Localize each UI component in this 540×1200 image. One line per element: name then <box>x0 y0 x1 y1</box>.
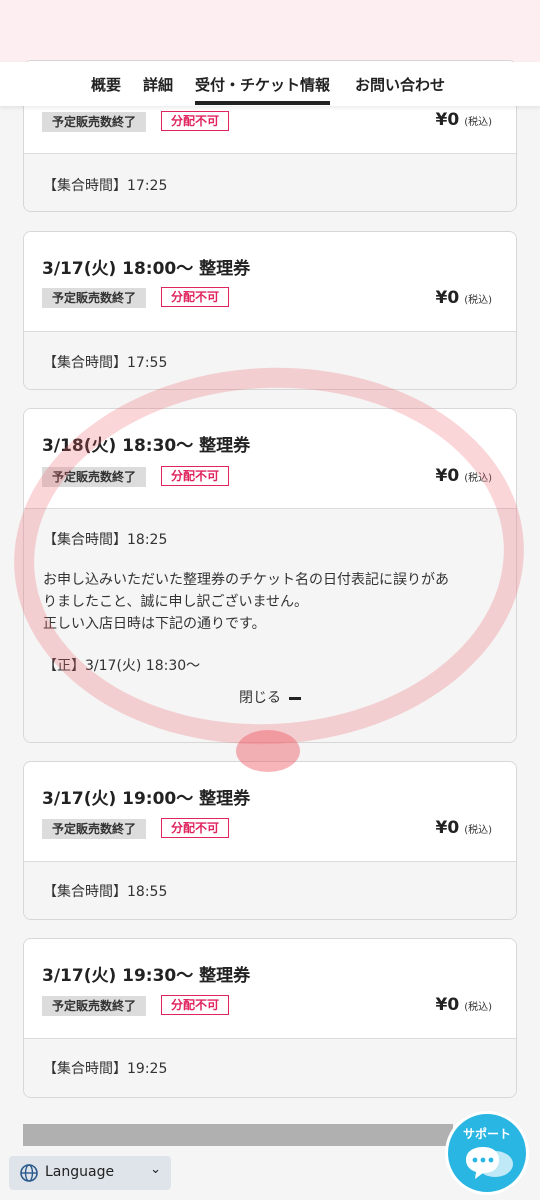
support-button[interactable]: サポート <box>445 1111 529 1195</box>
ticket-card-body: 【集合時間】18:55 <box>24 862 516 919</box>
price-value: ¥0 <box>435 288 460 308</box>
ticket-card-body: 【集合時間】17:55 <box>24 332 516 389</box>
ticket-price: ¥0 (税込) <box>436 110 492 130</box>
ticket-price: ¥0 (税込) <box>436 818 492 838</box>
tax-label: (税込) <box>464 825 492 836</box>
price-value: ¥0 <box>435 110 460 130</box>
sold-out-status: 予定販売数終了 <box>42 288 147 308</box>
close-label: 閉じる <box>239 690 281 706</box>
ticket-card-header: 3/17(火) 18:00〜 整理券 予定販売数終了 分配不可 ¥0 (税込) <box>24 232 516 332</box>
note-line: 正しい入店日時は下記の通りです。 <box>43 616 266 632</box>
ticket-card-body: 【集合時間】19:25 <box>24 1039 516 1097</box>
ticket-card-header: 3/17(火) 19:30〜 整理券 予定販売数終了 分配不可 ¥0 (税込) <box>24 939 516 1039</box>
tab-overview[interactable]: 概要 <box>91 74 121 95</box>
meeting-time: 【集合時間】18:55 <box>43 884 168 900</box>
no-transfer-badge: 分配不可 <box>161 287 230 307</box>
top-banner <box>0 0 540 63</box>
price-value: ¥0 <box>435 818 460 838</box>
apology-note: お申し込みいただいた整理券のチケット名の日付表記に誤りがあ りましたこと、誠に申… <box>43 569 497 635</box>
tax-label: (税込) <box>464 117 492 128</box>
ticket-title: 3/18(火) 18:30〜 整理券 <box>42 436 251 456</box>
no-transfer-badge: 分配不可 <box>161 818 230 838</box>
ticket-card-header: 3/17(火) 19:00〜 整理券 予定販売数終了 分配不可 ¥0 (税込) <box>24 762 516 862</box>
tax-label: (税込) <box>464 295 492 306</box>
ticket-card-body: 【集合時間】17:25 <box>24 154 516 211</box>
bottom-bar <box>23 1124 453 1146</box>
tab-tickets[interactable]: 受付・チケット情報 <box>195 74 331 105</box>
chat-bubble-icon <box>466 1147 513 1179</box>
sold-out-status: 予定販売数終了 <box>42 996 147 1016</box>
no-transfer-badge: 分配不可 <box>161 466 230 486</box>
ticket-card: 3/18(火) 18:30〜 整理券 予定販売数終了 分配不可 ¥0 (税込) 【… <box>23 408 517 743</box>
ticket-title: 3/17(火) 19:30〜 整理券 <box>42 966 251 986</box>
meeting-time: 【集合時間】17:25 <box>43 178 168 194</box>
chevron-down-icon: ⌄ <box>150 1162 161 1177</box>
ticket-price: ¥0 (税込) <box>436 995 492 1015</box>
sold-out-status: 予定販売数終了 <box>42 112 147 132</box>
no-transfer-badge: 分配不可 <box>161 111 230 131</box>
ticket-price: ¥0 (税込) <box>436 288 492 308</box>
corrected-datetime: 【正】3/17(火) 18:30〜 <box>43 658 201 674</box>
ticket-title: 3/17(火) 18:00〜 整理券 <box>42 259 251 279</box>
ticket-card: 3/17(火) 18:00〜 整理券 予定販売数終了 分配不可 ¥0 (税込) 【… <box>23 231 517 390</box>
tab-bar: 概要 詳細 受付・チケット情報 お問い合わせ <box>0 62 540 106</box>
price-value: ¥0 <box>435 466 460 486</box>
note-line: りましたこと、誠に申し訳ございません。 <box>43 594 309 610</box>
globe-icon <box>19 1163 39 1187</box>
meeting-time: 【集合時間】17:55 <box>43 355 168 371</box>
note-line: お申し込みいただいた整理券のチケット名の日付表記に誤りがあ <box>43 572 449 588</box>
ticket-card-body: 【集合時間】18:25 お申し込みいただいた整理券のチケット名の日付表記に誤りが… <box>24 509 516 742</box>
ticket-card: 3/17(火) 19:00〜 整理券 予定販売数終了 分配不可 ¥0 (税込) 【… <box>23 761 517 920</box>
support-label: サポート <box>462 1127 511 1141</box>
language-label: Language <box>45 1164 115 1180</box>
ticket-card: 3/17(火) 19:30〜 整理券 予定販売数終了 分配不可 ¥0 (税込) 【… <box>23 938 517 1098</box>
ticket-title: 3/17(火) 19:00〜 整理券 <box>42 789 251 809</box>
ticket-card-header: 3/18(火) 18:30〜 整理券 予定販売数終了 分配不可 ¥0 (税込) <box>24 409 516 509</box>
sold-out-status: 予定販売数終了 <box>42 467 147 487</box>
language-selector[interactable]: Language ⌄ <box>9 1156 171 1190</box>
tab-details[interactable]: 詳細 <box>143 74 173 95</box>
tax-label: (税込) <box>464 1002 492 1013</box>
close-button[interactable]: 閉じる <box>43 687 497 707</box>
ticket-price: ¥0 (税込) <box>436 466 492 486</box>
tax-label: (税込) <box>464 473 492 484</box>
meeting-time: 【集合時間】19:25 <box>43 1061 168 1077</box>
tab-contact[interactable]: お問い合わせ <box>355 74 445 95</box>
sold-out-status: 予定販売数終了 <box>42 819 147 839</box>
price-value: ¥0 <box>435 995 460 1015</box>
no-transfer-badge: 分配不可 <box>161 995 230 1015</box>
meeting-time: 【集合時間】18:25 <box>43 532 168 548</box>
minus-icon <box>289 696 301 700</box>
